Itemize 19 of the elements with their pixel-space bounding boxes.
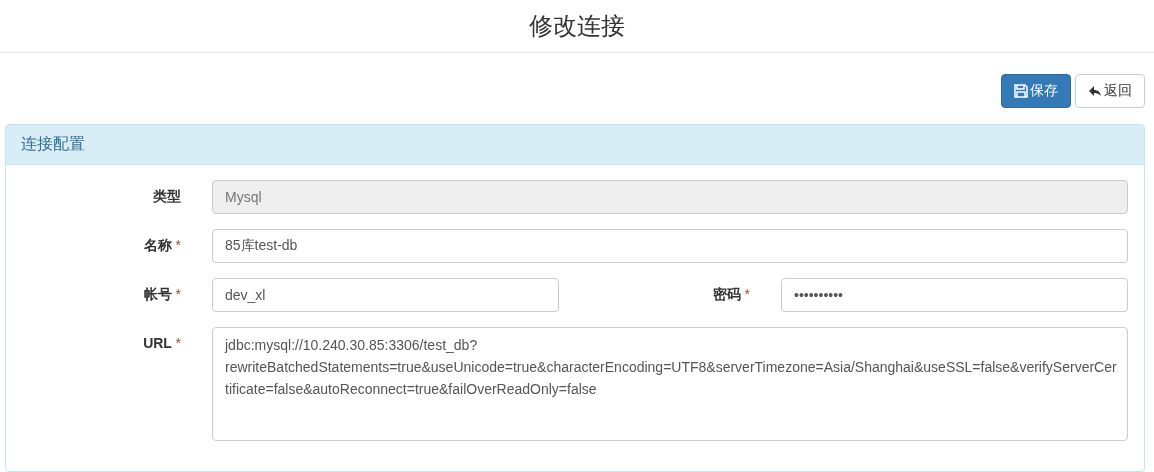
field-label: 名称 [143,237,172,253]
input-field[interactable]: 85库test-db [212,229,1128,263]
text-area[interactable]: jdbc:mysql://10.240.30.85:3306/test_db?rewriteBatchedStatements=true&useUnicode=true&characterEncoding=UTF8&serverTimezone=Asia/Shanghai&useSSL=false&verifyServerCertificate=false&autoReconnect=true&failOverReadOnly=false [212,327,1128,441]
input-field[interactable]: dev_xl [212,278,559,312]
back-button[interactable]: 返回 [1075,74,1145,108]
field-label: URL [143,335,172,351]
field-label: 帐号 [143,286,172,302]
field-label: 类型 [153,188,181,204]
required-mark: * [175,237,181,253]
panel-title: 连接配置 [6,125,1144,165]
input-field[interactable]: •••••••••• [781,278,1128,312]
required-mark: * [175,286,181,302]
required-mark: * [744,286,750,302]
required-mark: * [175,335,181,351]
reply-arrow-icon [1088,84,1102,98]
page-title: 修改连接 [529,11,625,41]
field-label: 密码 [712,286,741,302]
save-button[interactable]: 保存 [1001,74,1071,108]
save-icon [1014,84,1028,98]
